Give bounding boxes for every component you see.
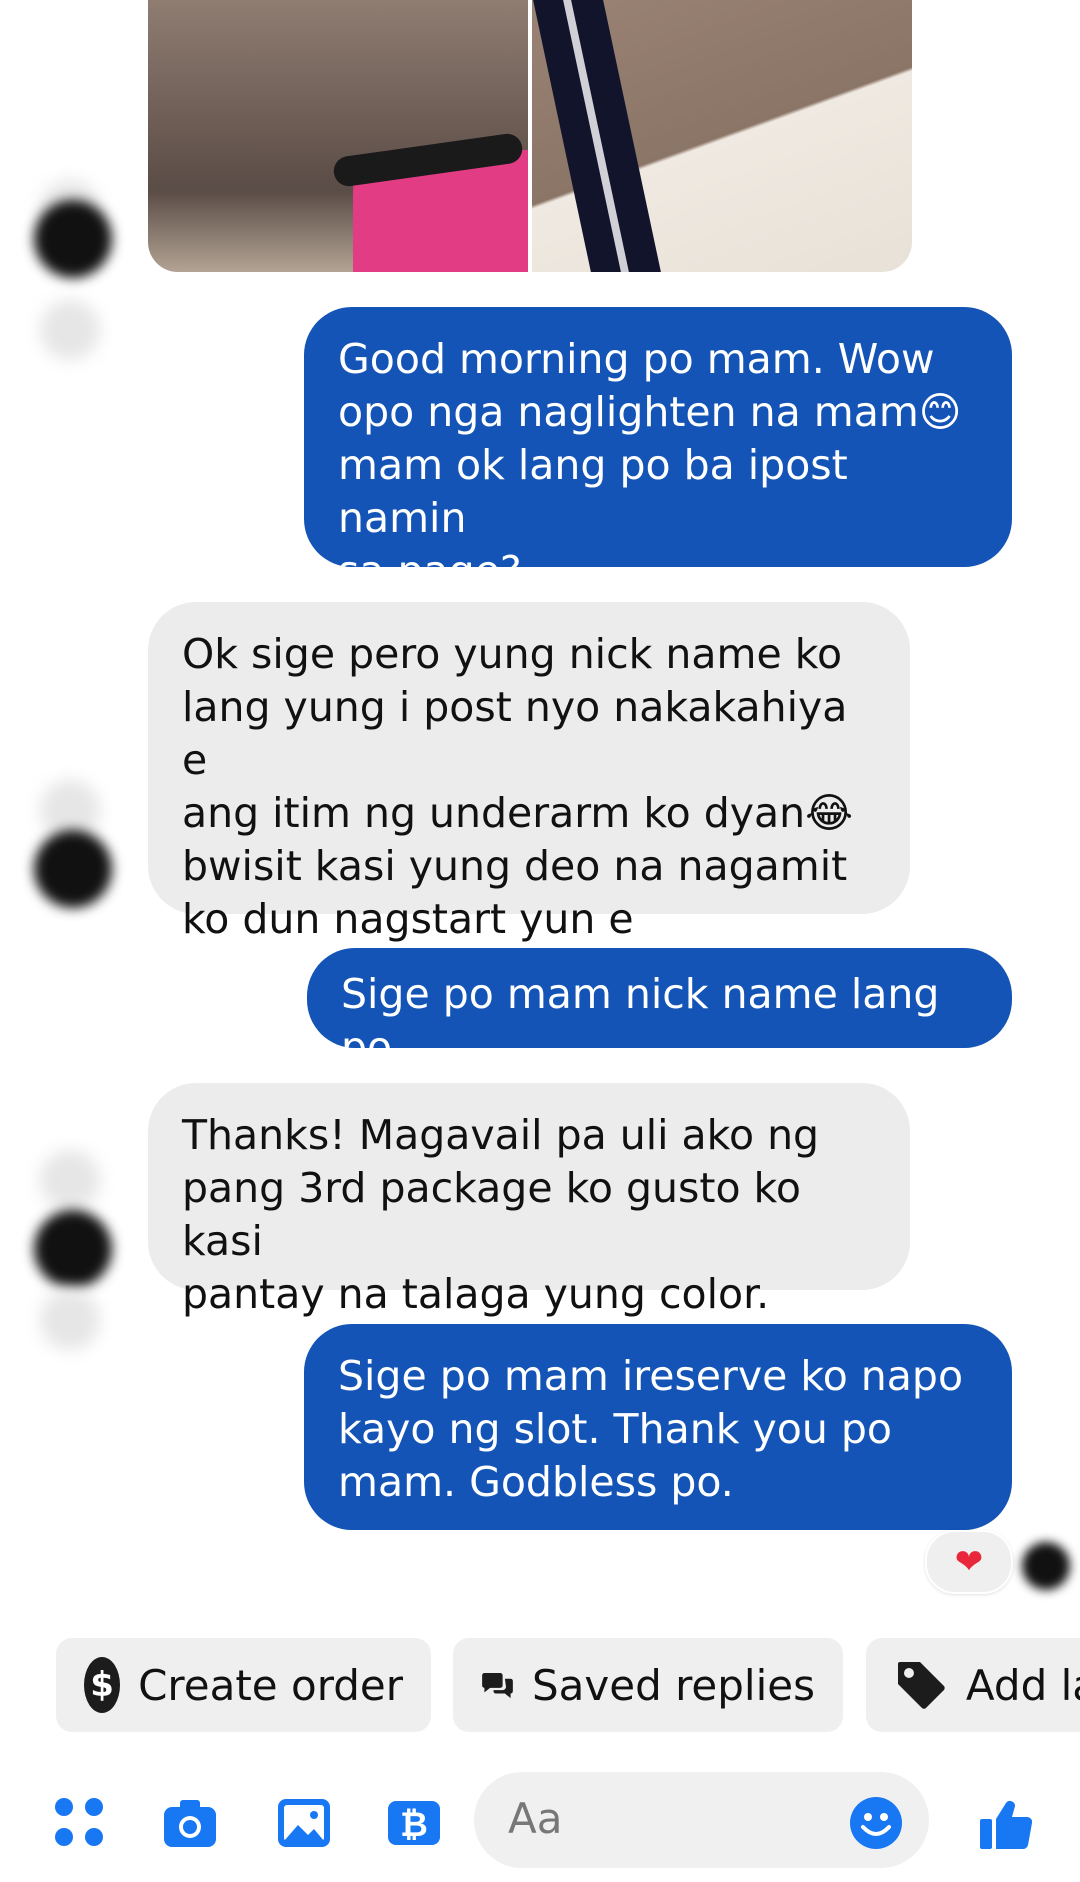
photo-attachment[interactable] xyxy=(148,0,912,272)
payment-icon[interactable]: ₿ xyxy=(386,1795,442,1851)
more-apps-icon[interactable] xyxy=(52,1795,108,1851)
seen-avatar xyxy=(1022,1542,1070,1590)
create-order-label: Create order xyxy=(138,1660,403,1710)
avatar-blur xyxy=(40,1150,100,1210)
saved-replies-button[interactable]: Saved replies xyxy=(453,1638,843,1732)
sender-avatar[interactable] xyxy=(34,1210,112,1288)
emoji-icon[interactable] xyxy=(848,1795,904,1851)
chat-bubbles-icon xyxy=(482,1673,513,1699)
create-order-button[interactable]: $ Create order xyxy=(56,1638,431,1732)
add-label-label: Add la xyxy=(965,1660,1080,1710)
sender-avatar[interactable] xyxy=(34,200,112,278)
outgoing-message[interactable]: Sige po mam nick name lang po xyxy=(307,948,1012,1071)
dollar-icon: $ xyxy=(84,1657,121,1713)
incoming-message[interactable]: Thanks! Magavail pa uli ako ng pang 3rd … xyxy=(148,1083,910,1318)
avatar-blur xyxy=(40,300,100,360)
add-label-button[interactable]: Add la xyxy=(866,1638,1080,1732)
avatar-blur xyxy=(40,1290,100,1350)
photo-left xyxy=(148,0,528,272)
message-placeholder: Aa xyxy=(508,1794,563,1843)
heart-reaction[interactable]: ❤ xyxy=(925,1530,1013,1594)
photo-right xyxy=(532,0,912,272)
saved-replies-label: Saved replies xyxy=(531,1660,815,1710)
sender-avatar[interactable] xyxy=(34,830,112,908)
outgoing-message[interactable]: Good morning po mam. Wow opo nga nagligh… xyxy=(304,307,1012,595)
like-icon[interactable] xyxy=(978,1795,1034,1851)
gallery-icon[interactable] xyxy=(276,1795,332,1851)
outgoing-message[interactable]: Sige po mam ireserve ko napo kayo ng slo… xyxy=(304,1324,1012,1530)
incoming-message[interactable]: Ok sige pero yung nick name ko lang yung… xyxy=(148,602,910,943)
heart-icon: ❤ xyxy=(954,1542,984,1582)
tag-icon xyxy=(897,1662,945,1709)
svg-text:₿: ₿ xyxy=(400,1805,428,1845)
camera-icon[interactable] xyxy=(162,1795,218,1851)
